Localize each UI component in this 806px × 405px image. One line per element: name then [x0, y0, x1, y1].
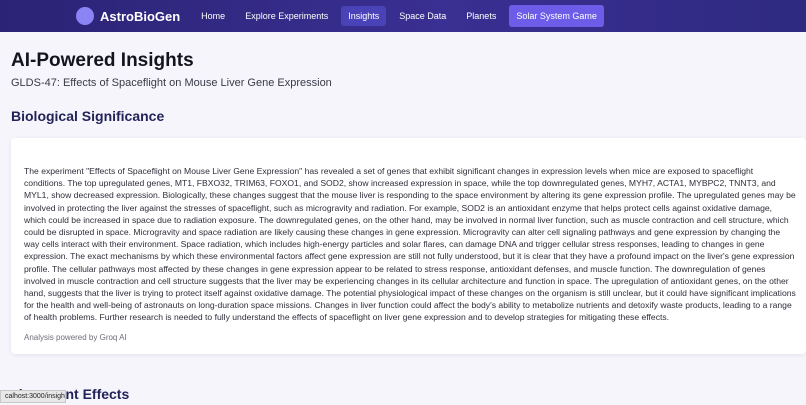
nav-link-insights[interactable]: Insights [341, 6, 387, 26]
brand-name: AstroBioGen [100, 8, 181, 24]
nav-link-space-data[interactable]: Space Data [392, 6, 453, 26]
top-navbar: AstroBioGen Home Explore Experiments Ins… [0, 0, 806, 32]
powered-by-label: Analysis powered by Groq AI [24, 332, 127, 342]
status-bar-url: calhost:3000/insights [0, 390, 66, 403]
solar-system-game-button[interactable]: Solar System Game [509, 5, 604, 27]
nav-link-planets[interactable]: Planets [459, 6, 503, 26]
planet-logo-icon [76, 7, 94, 25]
section-title-biological-significance: Biological Significance [11, 108, 165, 124]
insight-card: The experiment "Effects of Spaceflight o… [11, 138, 806, 354]
nav-link-explore-experiments[interactable]: Explore Experiments [238, 6, 335, 26]
brand-link[interactable]: AstroBioGen [76, 7, 180, 25]
nav-link-home[interactable]: Home [194, 6, 232, 26]
page-title: AI-Powered Insights [11, 50, 194, 71]
nav-links: Home Explore Experiments Insights Space … [194, 5, 610, 27]
insight-text: The experiment "Effects of Spaceflight o… [24, 166, 796, 323]
main-content: AI-Powered Insights GLDS-47: Effects of … [0, 32, 806, 354]
page-subtitle: GLDS-47: Effects of Spaceflight on Mouse… [11, 77, 332, 89]
